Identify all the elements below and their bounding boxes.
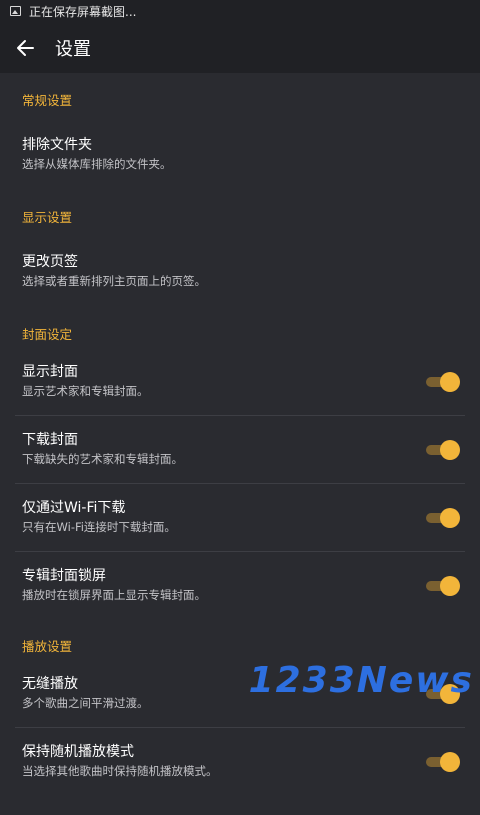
page-title: 设置 (55, 38, 91, 60)
download-cover-toggle[interactable] (424, 439, 460, 460)
status-bar: 正在保存屏幕截图... (0, 0, 480, 22)
back-button[interactable] (0, 22, 50, 73)
watermark-logo: 1233News (248, 660, 474, 701)
setting-subtitle: 只有在Wi-Fi连接时下载封面。 (22, 520, 176, 534)
setting-subtitle: 显示艺术家和专辑封面。 (22, 384, 149, 398)
screenshot-image-icon (10, 6, 21, 16)
setting-download-cover[interactable]: 下载封面 下载缺失的艺术家和专辑封面。 (0, 416, 480, 483)
setting-title: 仅通过Wi-Fi下载 (22, 500, 126, 516)
arrow-left-icon (17, 39, 34, 56)
setting-title: 显示封面 (22, 364, 78, 380)
section-header-cover: 封面设定 (22, 327, 73, 342)
keep-shuffle-toggle[interactable] (424, 751, 460, 772)
setting-show-cover[interactable]: 显示封面 显示艺术家和专辑封面。 (0, 348, 480, 415)
lockscreen-cover-toggle[interactable] (424, 575, 460, 596)
setting-subtitle: 播放时在锁屏界面上显示专辑封面。 (22, 588, 206, 602)
setting-lockscreen-cover[interactable]: 专辑封面锁屏 播放时在锁屏界面上显示专辑封面。 (0, 552, 480, 619)
wifi-only-toggle[interactable] (424, 507, 460, 528)
setting-title: 更改页签 (22, 254, 78, 270)
setting-title: 下载封面 (22, 432, 78, 448)
setting-subtitle: 选择从媒体库排除的文件夹。 (22, 157, 172, 171)
setting-subtitle: 下载缺失的艺术家和专辑封面。 (22, 452, 183, 466)
status-text: 正在保存屏幕截图... (29, 4, 137, 19)
setting-title: 保持随机播放模式 (22, 744, 134, 760)
show-cover-toggle[interactable] (424, 371, 460, 392)
setting-title: 排除文件夹 (22, 137, 92, 153)
setting-change-tabs[interactable]: 更改页签 选择或者重新排列主页面上的页签。 (0, 231, 480, 307)
setting-keep-shuffle[interactable]: 保持随机播放模式 当选择其他歌曲时保持随机播放模式。 (0, 728, 480, 795)
setting-title: 专辑封面锁屏 (22, 568, 106, 584)
setting-subtitle: 选择或者重新排列主页面上的页签。 (22, 274, 206, 288)
setting-subtitle: 当选择其他歌曲时保持随机播放模式。 (22, 764, 218, 778)
setting-wifi-only[interactable]: 仅通过Wi-Fi下载 只有在Wi-Fi连接时下载封面。 (0, 484, 480, 551)
app-bar: 设置 (0, 22, 480, 73)
setting-exclude-folders[interactable]: 排除文件夹 选择从媒体库排除的文件夹。 (0, 114, 480, 190)
section-header-display: 显示设置 (22, 210, 73, 225)
section-header-playback: 播放设置 (22, 639, 73, 654)
settings-list: 常规设置 排除文件夹 选择从媒体库排除的文件夹。 显示设置 更改页签 选择或者重… (0, 73, 480, 815)
section-header-general: 常规设置 (22, 93, 73, 108)
